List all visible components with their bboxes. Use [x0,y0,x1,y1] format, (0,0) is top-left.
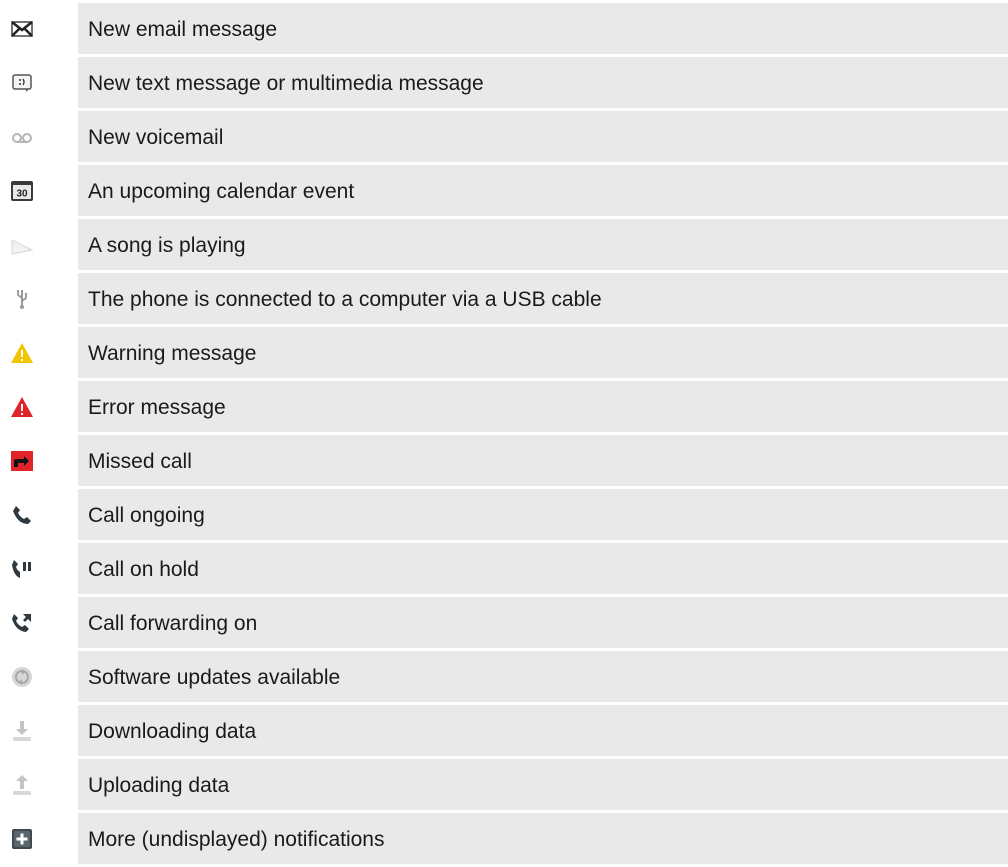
notification-label: New voicemail [78,111,1008,162]
table-row: Software updates available [0,651,1008,702]
upload-icon [10,773,34,797]
notification-label: More (undisplayed) notifications [78,813,1008,864]
more-notifications-icon [10,827,34,851]
table-row: More (undisplayed) notifications [0,813,1008,864]
table-row: Call on hold [0,543,1008,594]
notification-label: Software updates available [78,651,1008,702]
table-row: The phone is connected to a computer via… [0,273,1008,324]
table-row: New voicemail [0,111,1008,162]
table-row: Uploading data [0,759,1008,810]
notification-label: The phone is connected to a computer via… [78,273,1008,324]
table-row: New email message [0,3,1008,54]
calendar-icon: 30 [10,179,34,203]
notification-label: Call ongoing [78,489,1008,540]
usb-icon [10,287,34,311]
call-forwarding-icon [10,611,34,635]
voicemail-icon [10,125,34,149]
email-icon [10,17,34,41]
notification-label: Missed call [78,435,1008,486]
notification-label: New email message [78,3,1008,54]
notification-label: Error message [78,381,1008,432]
notification-label: Call on hold [78,543,1008,594]
notification-icons-table: New email message New text message or mu… [0,3,1008,867]
table-row: 30 An upcoming calendar event [0,165,1008,216]
call-ongoing-icon [10,503,34,527]
software-update-icon [10,665,34,689]
table-row: Missed call [0,435,1008,486]
notification-label: Uploading data [78,759,1008,810]
table-row: Warning message [0,327,1008,378]
download-icon [10,719,34,743]
notification-label: Call forwarding on [78,597,1008,648]
table-row: Error message [0,381,1008,432]
notification-label: Warning message [78,327,1008,378]
call-on-hold-icon [10,557,34,581]
table-row: New text message or multimedia message [0,57,1008,108]
notification-label: Downloading data [78,705,1008,756]
text-message-icon [10,71,34,95]
calendar-day-text: 30 [16,189,28,200]
missed-call-icon [10,449,34,473]
notification-label: An upcoming calendar event [78,165,1008,216]
table-row: A song is playing [0,219,1008,270]
notification-label: A song is playing [78,219,1008,270]
warning-icon [10,341,34,365]
table-row: Call ongoing [0,489,1008,540]
table-row: Downloading data [0,705,1008,756]
play-icon [10,233,34,257]
notification-label: New text message or multimedia message [78,57,1008,108]
table-row: Call forwarding on [0,597,1008,648]
error-icon [10,395,34,419]
